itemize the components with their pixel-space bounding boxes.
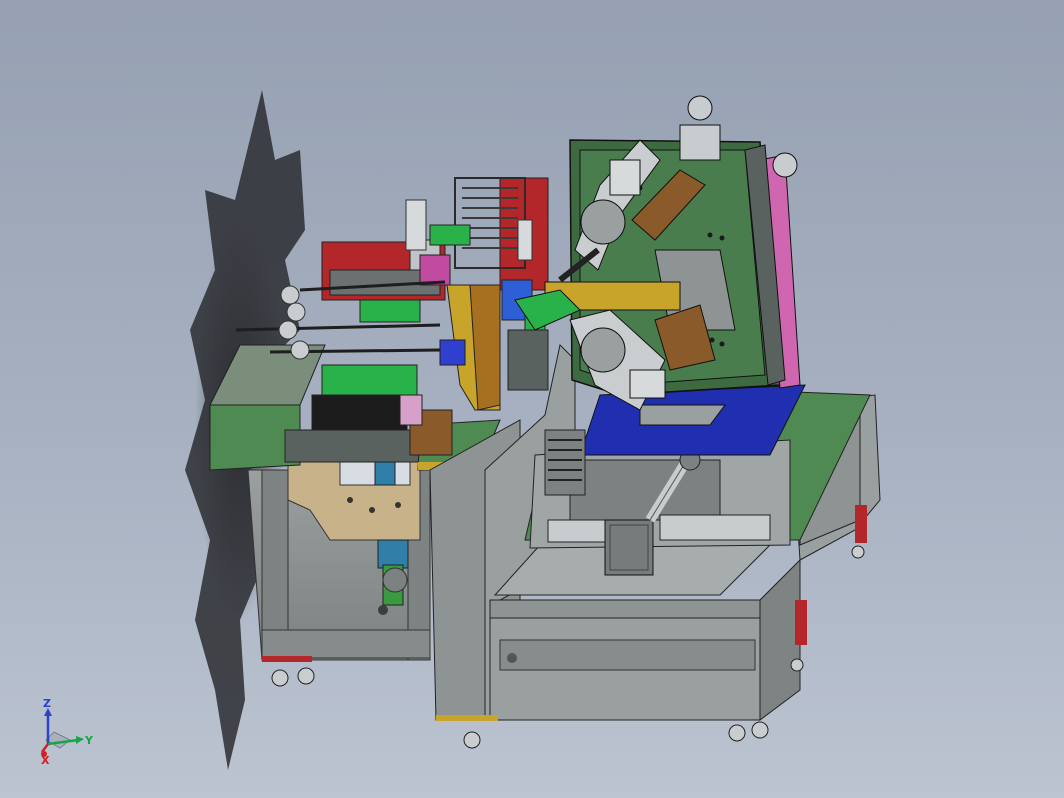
y-axis-label: Y <box>84 734 94 747</box>
triad-plane <box>45 731 71 749</box>
z-axis-label: Z <box>43 697 51 710</box>
cad-3d-viewport[interactable]: Z Y X <box>0 0 1064 798</box>
x-axis-label: X <box>41 754 50 766</box>
machine-assembly-model[interactable] <box>0 0 1064 798</box>
x-axis-arrow <box>41 743 49 753</box>
axis-triad: Z Y X <box>30 696 100 767</box>
y-axis-head <box>76 736 84 744</box>
lower-cylinder-unit <box>377 539 409 615</box>
side-chain-guide <box>544 429 586 496</box>
